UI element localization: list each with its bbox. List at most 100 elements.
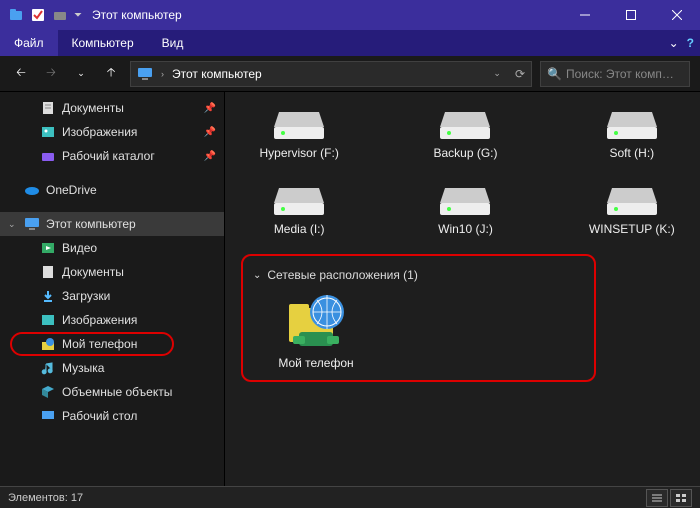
sidebar-item-label: Документы [62,101,124,115]
onedrive-icon [24,182,40,198]
network-location-icon [40,336,56,352]
pc-icon [137,66,153,82]
drive-label: Soft (H:) [609,146,654,160]
sidebar-item-label: Рабочий стол [62,409,137,423]
tab-view[interactable]: Вид [148,30,198,56]
sidebar-item-myphone[interactable]: Мой телефон [0,332,224,356]
folder-icon [40,148,56,164]
content-pane: Hypervisor (F:) Backup (G:) Soft (H:) Me… [225,92,700,486]
sidebar-item-label: Изображения [62,313,137,327]
sidebar-item-3dobjects[interactable]: Объемные объекты [0,380,224,404]
sidebar-item-videos[interactable]: Видео [0,236,224,260]
pin-icon: 📌 [204,127,216,138]
download-icon [40,288,56,304]
maximize-button[interactable] [608,0,654,30]
address-dropdown-icon[interactable]: ⌄ [493,68,501,79]
sidebar-item-documents[interactable]: Документы 📌 [0,96,224,120]
drive-icon [435,178,495,218]
refresh-icon[interactable]: ⟳ [515,67,525,81]
drive-icon [269,178,329,218]
drive-row: Hypervisor (F:) Backup (G:) Soft (H:) [241,102,690,160]
highlight-annotation-box: ⌄ Сетевые расположения (1) Мой телефон [241,254,596,382]
thumbnails-view-button[interactable] [670,489,692,507]
drive-row: Media (I:) Win10 (J:) WINSETUP (K:) [241,178,690,236]
window-title: Этот компьютер [92,8,562,22]
drive-item[interactable]: Win10 (J:) [407,178,523,236]
desktop-icon [40,408,56,424]
network-location-icon [281,290,351,350]
nav-up-button[interactable]: 🡡 [100,63,122,85]
details-view-button[interactable] [646,489,668,507]
video-icon [40,240,56,256]
qat-dropdown-icon[interactable]: ⏷ [74,10,82,21]
drive-item[interactable]: Soft (H:) [574,102,690,160]
section-header[interactable]: ⌄ Сетевые расположения (1) [253,268,584,282]
images-icon [40,124,56,140]
drive-icon [602,178,662,218]
cube-icon [40,384,56,400]
chevron-right-icon: › [161,69,164,79]
chevron-down-icon[interactable]: ⌄ [8,219,16,230]
search-icon: 🔍 [547,67,562,81]
minimize-button[interactable] [562,0,608,30]
drive-label: Backup (G:) [433,146,497,160]
sidebar-item-label: Документы [62,265,124,279]
address-bar: 🡠 🡢 ⌄ 🡡 › Этот компьютер ⌄ ⟳ 🔍 Поиск: Эт… [0,56,700,92]
search-input[interactable]: 🔍 Поиск: Этот комп… [540,61,690,87]
pin-icon: 📌 [204,103,216,114]
sidebar-item-label: Мой телефон [62,337,137,351]
drive-icon [602,102,662,142]
sidebar-item-documents2[interactable]: Документы [0,260,224,284]
sidebar-item-label: Этот компьютер [46,217,136,231]
sidebar-item-label: Изображения [62,125,137,139]
checkbox-icon[interactable] [30,7,46,23]
drive-label: WINSETUP (K:) [589,222,675,236]
tab-file[interactable]: Файл [0,30,58,56]
music-icon [40,360,56,376]
nav-recent-dropdown[interactable]: ⌄ [70,63,92,85]
netloc-label: Мой телефон [278,356,353,370]
nav-forward-button[interactable]: 🡢 [40,63,62,85]
ribbon-tabs: Файл Компьютер Вид ⌄ ? [0,30,700,56]
sidebar-item-label: Загрузки [62,289,110,303]
document-icon [40,264,56,280]
sidebar-item-label: OneDrive [46,183,97,197]
drive-item[interactable]: Backup (G:) [407,102,523,160]
address-box[interactable]: › Этот компьютер ⌄ ⟳ [130,61,532,87]
help-icon[interactable]: ? [687,36,694,50]
sidebar-item-images2[interactable]: Изображения [0,308,224,332]
images-icon [40,312,56,328]
sidebar-item-label: Музыка [62,361,104,375]
sidebar-item-label: Объемные объекты [62,385,172,399]
drive-label: Win10 (J:) [438,222,493,236]
pc-icon [24,216,40,232]
tab-computer[interactable]: Компьютер [58,30,148,56]
sidebar-item-label: Рабочий каталог [62,149,155,163]
drive-item[interactable]: WINSETUP (K:) [574,178,690,236]
nav-pane: Документы 📌 Изображения 📌 Рабочий катало… [0,92,225,486]
drive-item[interactable]: Media (I:) [241,178,357,236]
nav-back-button[interactable]: 🡠 [10,63,32,85]
sidebar-item-images[interactable]: Изображения 📌 [0,120,224,144]
sidebar-item-desktop[interactable]: Рабочий стол [0,404,224,428]
drive-item[interactable]: Hypervisor (F:) [241,102,357,160]
drive-label: Hypervisor (F:) [259,146,338,160]
search-placeholder: Поиск: Этот комп… [566,67,674,81]
chevron-down-icon[interactable]: ⌄ [253,270,261,281]
drive-label: Media (I:) [274,222,325,236]
close-button[interactable] [654,0,700,30]
folder-small-icon[interactable] [52,7,68,23]
sidebar-item-onedrive[interactable]: OneDrive [0,178,224,202]
sidebar-item-thispc[interactable]: ⌄ Этот компьютер [0,212,224,236]
status-item-count: Элементов: 17 [8,492,83,504]
sidebar-item-music[interactable]: Музыка [0,356,224,380]
document-icon [40,100,56,116]
breadcrumb-root[interactable]: Этот компьютер [172,67,262,81]
ribbon-expand-icon[interactable]: ⌄ [669,36,679,50]
network-location-item[interactable]: Мой телефон [261,290,371,370]
sidebar-item-label: Видео [62,241,97,255]
drive-icon [435,102,495,142]
drive-icon [269,102,329,142]
sidebar-item-downloads[interactable]: Загрузки [0,284,224,308]
sidebar-item-workdir[interactable]: Рабочий каталог 📌 [0,144,224,168]
